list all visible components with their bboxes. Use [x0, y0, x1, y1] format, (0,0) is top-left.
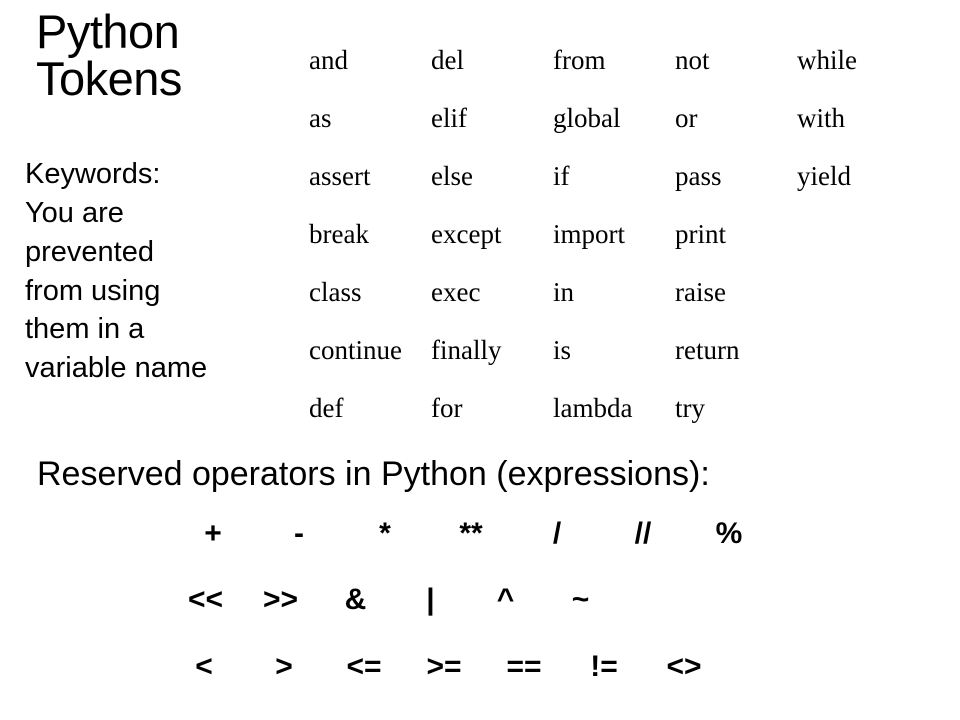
keyword-cell: import — [553, 218, 625, 249]
description-line: Keywords: — [25, 158, 161, 190]
keyword-cell-empty — [797, 205, 919, 263]
keyword-cell: as — [309, 102, 332, 133]
description-line: variable name — [25, 352, 208, 385]
description-line: from using — [25, 274, 161, 307]
keyword-cell: lambda — [553, 392, 633, 423]
keyword-cell: is — [553, 334, 572, 365]
keyword-cell: return — [675, 334, 740, 365]
table-row: continue finally is return — [309, 321, 919, 379]
operator-row: << >> & | ^ ~ — [168, 585, 618, 615]
description-line: prevented — [25, 235, 154, 268]
operator-token: + — [204, 517, 222, 550]
operators-heading: Reserved operators in Python (expression… — [37, 455, 710, 493]
table-row: as elif global or with — [309, 89, 919, 147]
operator-token: ^ — [496, 583, 515, 616]
table-row: assert else if pass yield — [309, 147, 919, 205]
keyword-cell: continue — [309, 334, 402, 365]
table-row: class exec in raise — [309, 263, 919, 321]
keyword-cell: finally — [431, 334, 502, 365]
keyword-cell-empty — [797, 263, 919, 321]
keyword-cell: class — [309, 276, 362, 307]
table-row: def for lambda try — [309, 379, 919, 437]
keyword-cell: print — [675, 218, 726, 249]
keyword-cell-empty — [797, 321, 919, 379]
keyword-cell: global — [553, 102, 621, 133]
keyword-cell: def — [309, 392, 344, 423]
operator-token: - — [294, 517, 304, 550]
keyword-cell: del — [431, 44, 464, 75]
operator-token: != — [590, 650, 618, 683]
keyword-cell: break — [309, 218, 369, 249]
keyword-table-body: and del from not while as elif global or with asse… — [309, 31, 919, 437]
keyword-cell: or — [675, 102, 698, 133]
keyword-cell: in — [553, 276, 575, 307]
operator-token: > — [275, 650, 293, 683]
keyword-cell: except — [431, 218, 502, 249]
keyword-cell: pass — [675, 160, 722, 191]
operator-token: & — [344, 583, 367, 616]
operator-token: % — [715, 517, 743, 550]
operator-token: <= — [346, 650, 382, 683]
description-line: You are — [25, 196, 124, 229]
keyword-cell: with — [797, 102, 846, 133]
operator-token: ** — [459, 517, 483, 550]
keyword-cell: raise — [675, 276, 726, 307]
operator-token: / — [552, 517, 562, 550]
operator-token: <> — [666, 650, 702, 683]
title-line-2: Tokens — [36, 52, 182, 105]
keyword-cell: exec — [431, 276, 481, 307]
table-row: break except import print — [309, 205, 919, 263]
keyword-cell: not — [675, 44, 710, 75]
operator-token: == — [506, 650, 542, 683]
keyword-cell: assert — [309, 160, 371, 191]
keyword-cell: elif — [431, 102, 467, 133]
operator-token: < — [195, 650, 213, 683]
keyword-cell: try — [675, 392, 705, 423]
keyword-table: and del from not while as elif global or with asse… — [309, 31, 919, 437]
operator-token: // — [634, 517, 652, 550]
keyword-cell: while — [797, 44, 857, 75]
operator-token: ~ — [571, 583, 590, 616]
keyword-cell-empty — [797, 379, 919, 437]
table-row: and del from not while — [309, 31, 919, 89]
keyword-cell: from — [553, 44, 606, 75]
operator-token: >= — [426, 650, 462, 683]
keyword-cell: yield — [797, 160, 851, 191]
page-title: Python Tokens — [36, 8, 286, 102]
slide-canvas: Python Tokens Keywords: You are prevented f… — [0, 0, 960, 720]
keyword-cell: and — [309, 44, 348, 75]
keyword-cell: else — [431, 160, 473, 191]
operator-row: < > <= >= == != <> — [164, 652, 724, 682]
operator-token: * — [379, 517, 391, 550]
keyword-cell: for — [431, 392, 463, 423]
title-line-1: Python — [36, 5, 180, 58]
operator-row: + - * ** ///% — [170, 519, 772, 549]
keyword-cell: if — [553, 160, 570, 191]
keywords-description: Keywords: You are prevented from using them … — [25, 155, 287, 388]
operator-token: << — [187, 583, 224, 616]
description-line: them in a — [25, 313, 145, 346]
operator-token: >> — [262, 583, 299, 616]
operator-token: | — [426, 583, 435, 616]
